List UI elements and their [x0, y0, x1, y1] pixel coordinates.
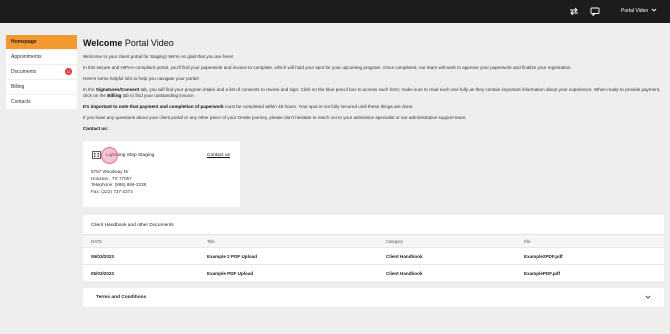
- office-building-icon: [92, 150, 101, 159]
- telephone: Telephone: (888) 999-2238: [91, 182, 147, 187]
- sidebar-item-label: Homepage: [11, 39, 37, 45]
- table-row[interactable]: 05/03/2023 Example 2 PDF Upload Client H…: [83, 247, 664, 263]
- notification-badge: 11: [65, 68, 72, 75]
- column-header-category: Category: [386, 239, 403, 244]
- cell-date: 05/03/2023: [91, 271, 114, 276]
- top-bar: Portal Video: [0, 0, 670, 23]
- cell-date: 05/03/2023: [91, 254, 114, 259]
- contact-heading: Contact us:: [83, 126, 109, 131]
- welcome-text: Welcome to your client portal for Stagin…: [83, 54, 234, 59]
- questions-text: If you have any questions about your cli…: [83, 115, 467, 120]
- sidebar-item-appointments[interactable]: Appointments: [6, 50, 77, 65]
- column-header-file: File: [524, 239, 531, 244]
- chat-icon[interactable]: [590, 7, 600, 16]
- help-text: Here's some helpful info to help you nav…: [83, 76, 199, 81]
- terms-title: Terms and Conditions: [96, 295, 147, 300]
- table-header: DATE Title Category File: [83, 235, 664, 247]
- user-menu-name[interactable]: Portal Video: [621, 8, 648, 14]
- chevron-down-icon[interactable]: [651, 7, 657, 13]
- office-address: 5757 Woodway Dr Houston , TX 77057 Telep…: [91, 169, 146, 195]
- swap-icon[interactable]: [569, 7, 579, 16]
- intro-text: In this secure and HIPAA-compliant porta…: [83, 65, 572, 70]
- cell-category: Client Handbook: [386, 271, 423, 276]
- documents-card: Client Handbook and other Documents DATE…: [83, 215, 664, 281]
- main-content: Welcome Portal Video Welcome to your cli…: [83, 38, 664, 132]
- sidebar-item-documents[interactable]: Documents 11: [6, 65, 77, 80]
- sidebar-item-label: Documents: [11, 69, 37, 75]
- sidebar-item-label: Billing: [11, 84, 25, 90]
- column-header-title: Title: [207, 239, 215, 244]
- cursor-highlight: [101, 147, 118, 164]
- signatures-text: In the Signatures/Consent tab, you will …: [83, 87, 661, 98]
- cell-title: Example PDF Upload: [207, 271, 254, 276]
- sidebar-item-label: Contacts: [11, 99, 31, 105]
- cell-category: Client Handbook: [386, 254, 423, 259]
- cell-file-link[interactable]: Example2PDF.pdf: [524, 254, 563, 259]
- sidebar-item-billing[interactable]: Billing: [6, 80, 77, 95]
- page-title: Welcome Portal Video: [83, 38, 664, 48]
- chevron-down-icon[interactable]: [645, 294, 651, 300]
- cell-file-link[interactable]: ExamplePDF.pdf: [524, 271, 560, 276]
- sidebar-item-homepage[interactable]: Homepage: [6, 35, 77, 50]
- payment-notice: It's important to note that payment and …: [83, 104, 414, 109]
- sidebar-item-contacts[interactable]: Contacts: [6, 95, 77, 110]
- fax: Fax: (222) 737-3373: [91, 188, 133, 194]
- sidebar: Homepage Appointments Documents 11 Billi…: [6, 35, 77, 110]
- contact-us-link[interactable]: Contact us: [207, 153, 230, 158]
- table-row[interactable]: 05/03/2023 Example PDF Upload Client Han…: [83, 264, 664, 280]
- cell-title: Example 2 PDF Upload: [207, 254, 258, 259]
- column-header-date: DATE: [91, 239, 102, 244]
- page-title-bold: Welcome: [83, 38, 123, 48]
- documents-title: Client Handbook and other Documents: [91, 223, 174, 228]
- terms-accordion[interactable]: Terms and Conditions: [83, 288, 664, 307]
- page-title-name: Portal Video: [122, 38, 174, 48]
- sidebar-item-label: Appointments: [11, 54, 42, 60]
